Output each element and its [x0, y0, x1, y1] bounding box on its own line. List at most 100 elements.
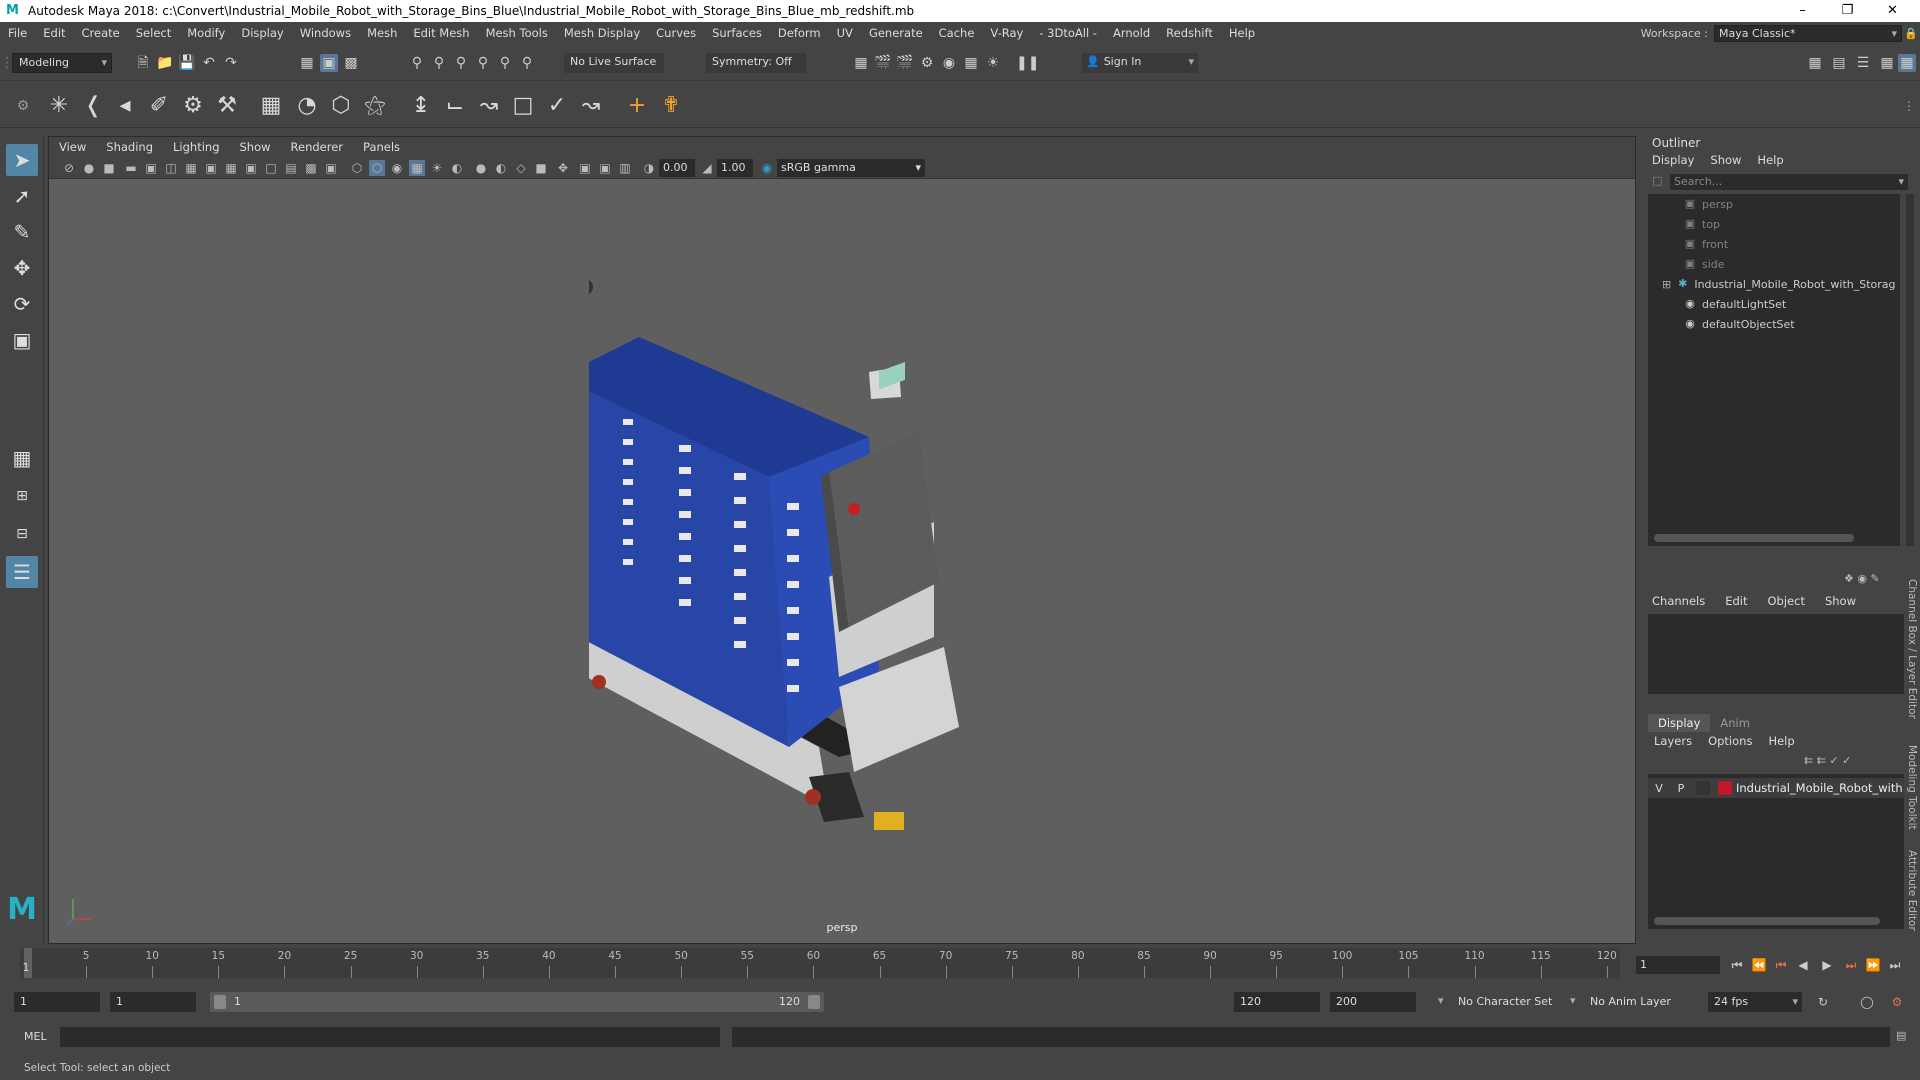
exposure-icon[interactable]: ◑ — [641, 160, 657, 176]
color-management-icon[interactable]: ◉ — [759, 160, 775, 176]
menu-curves[interactable]: Curves — [648, 26, 704, 40]
layer-help-menu[interactable]: Help — [1768, 734, 1794, 748]
channel-box-tool-icons[interactable]: ❖ ◉ ✎ — [1844, 572, 1880, 585]
render-settings-icon[interactable]: ⚙ — [918, 54, 936, 72]
channel-object-menu[interactable]: Object — [1768, 594, 1805, 608]
curve-tool-icon[interactable]: ✳ — [44, 91, 74, 121]
joint-tool-icon[interactable]: ⚙ — [178, 91, 208, 121]
expand-icon[interactable]: ⊞ — [1662, 278, 1675, 291]
camera-attributes-icon[interactable]: ● — [81, 160, 97, 176]
outliner-item-front[interactable]: ▣ front — [1682, 234, 1920, 254]
menu-create[interactable]: Create — [74, 26, 128, 40]
layer-options-menu[interactable]: Options — [1708, 734, 1752, 748]
fps-dropdown[interactable]: 24 fps ▾ — [1708, 992, 1802, 1012]
menu-uv[interactable]: UV — [829, 26, 861, 40]
single-view-icon[interactable]: ▦ — [6, 442, 38, 474]
outliner-v-scrollbar[interactable] — [1906, 194, 1914, 546]
channel-box-body[interactable] — [1648, 614, 1904, 694]
outliner-h-scrollbar[interactable] — [1654, 534, 1854, 542]
hypershade-icon[interactable]: ◉ — [940, 54, 958, 72]
render-current-icon[interactable]: 🎬 — [874, 54, 892, 72]
workspace-dropdown[interactable]: Maya Classic* — [1714, 24, 1902, 42]
layer-name[interactable]: Industrial_Mobile_Robot_with — [1736, 781, 1903, 795]
bevel-icon[interactable]: ⌙ — [440, 91, 470, 121]
render-view-icon[interactable]: ▦ — [852, 54, 870, 72]
snap-view-icon[interactable]: ⚲ — [474, 54, 492, 72]
go-to-end-icon[interactable]: ⏭ — [1886, 956, 1904, 974]
menu-3dtoall[interactable]: - 3DtoAll - — [1031, 26, 1105, 40]
anim-layer-field[interactable]: No Anim Layer — [1584, 992, 1688, 1012]
multi-cut-icon[interactable]: ✓ — [542, 91, 572, 121]
move-tool-icon[interactable]: ✥ — [6, 252, 38, 284]
loop-icon[interactable]: ↻ — [1814, 993, 1832, 1011]
layer-row[interactable]: V P Industrial_Mobile_Robot_with — [1648, 778, 1904, 798]
bridge-icon[interactable]: ↝ — [474, 91, 504, 121]
layers-menu[interactable]: Layers — [1654, 734, 1692, 748]
layer-playback-toggle[interactable]: P — [1670, 782, 1692, 795]
menu-edit[interactable]: Edit — [35, 26, 73, 40]
playback-start-field[interactable]: 1 — [110, 992, 196, 1012]
image-plane-icon[interactable]: ▬ — [123, 160, 139, 176]
snap-vertex-icon[interactable]: ⚲ — [518, 54, 536, 72]
shelf-options-icon[interactable]: ⚙ — [8, 91, 38, 121]
bookmark-icon[interactable]: ■ — [101, 160, 117, 176]
color-space-dropdown[interactable]: sRGB gamma ▾ — [777, 159, 925, 177]
symmetry-field[interactable]: Symmetry: Off — [706, 53, 806, 73]
range-start-handle[interactable] — [214, 995, 226, 1009]
wireframe-on-shaded-icon[interactable]: ▣ — [323, 160, 339, 176]
tab-channel-box-layer-editor[interactable]: Channel Box / Layer Editor — [1902, 579, 1918, 719]
hud-icon[interactable]: ▣ — [577, 160, 593, 176]
anim-preferences-icon[interactable]: ⚙ — [1888, 993, 1906, 1011]
pause-icon[interactable]: ❚❚ — [1016, 54, 1039, 72]
four-view-icon[interactable]: ⊞ — [6, 480, 38, 512]
film-gate-icon[interactable]: ◫ — [163, 160, 179, 176]
menu-mesh-display[interactable]: Mesh Display — [556, 26, 648, 40]
command-language-label[interactable]: MEL — [24, 1030, 47, 1043]
viewport-panel[interactable]: View Shading Lighting Show Renderer Pane… — [48, 136, 1636, 944]
go-to-start-icon[interactable]: ⏮ — [1728, 956, 1746, 974]
viewport-menu-panels[interactable]: Panels — [353, 140, 410, 154]
menu-modify[interactable]: Modify — [179, 26, 233, 40]
use-all-lights-icon[interactable]: ▦ — [409, 160, 425, 176]
wireframe-icon[interactable]: ▤ — [283, 160, 299, 176]
polygon-cylinder-icon[interactable]: ⬡ — [326, 91, 356, 121]
rotate-tool-icon[interactable]: ⟳ — [6, 288, 38, 320]
attribute-editor-icon[interactable]: ▤ — [1830, 54, 1848, 72]
add-icon[interactable]: + — [622, 91, 652, 121]
gamma-field[interactable]: 1.00 — [717, 159, 753, 177]
isolate-select-icon[interactable]: ⬡ — [349, 160, 365, 176]
smooth-shade-icon[interactable]: ▩ — [303, 160, 319, 176]
step-back-key-icon[interactable]: ⏪ — [1750, 956, 1768, 974]
depth-of-field-icon[interactable]: ◇ — [513, 160, 529, 176]
anim-layer-caret-icon[interactable]: ▾ — [1570, 994, 1576, 1007]
outliner-item-default-light-set[interactable]: ◉ defaultLightSet — [1682, 294, 1920, 314]
xray-joints-icon[interactable]: ✥ — [555, 160, 571, 176]
tool-settings-icon[interactable]: ☰ — [1854, 54, 1872, 72]
snap-surface-icon[interactable]: ⚲ — [496, 54, 514, 72]
field-chart-icon[interactable]: ▦ — [223, 160, 239, 176]
layer-visibility-toggle[interactable]: V — [1648, 782, 1670, 795]
motion-blur-icon[interactable]: ● — [473, 160, 489, 176]
scene-end-field[interactable]: 200 — [1330, 992, 1416, 1012]
textured-icon[interactable]: ◉ — [389, 160, 405, 176]
open-scene-icon[interactable]: 📁 — [156, 54, 174, 72]
channels-menu[interactable]: Channels — [1652, 594, 1705, 608]
menu-help[interactable]: Help — [1221, 26, 1263, 40]
menu-surfaces[interactable]: Surfaces — [704, 26, 770, 40]
scale-tool-icon[interactable]: ▣ — [6, 324, 38, 356]
play-backwards-icon[interactable]: ◀ — [1794, 956, 1812, 974]
outliner-item-top[interactable]: ▣ top — [1682, 214, 1920, 234]
channel-box-icon[interactable]: ▦ — [1878, 54, 1896, 72]
current-frame-field[interactable]: 1 — [1636, 956, 1720, 974]
live-surface-field[interactable]: No Live Surface — [564, 53, 664, 73]
polygon-sphere-icon[interactable]: ◔ — [292, 91, 322, 121]
layer-editor-icon[interactable]: ▦ — [1898, 54, 1916, 72]
command-input[interactable] — [60, 1027, 720, 1047]
select-tool-icon[interactable]: ➤ — [6, 144, 38, 176]
step-forward-key-icon[interactable]: ⏩ — [1864, 956, 1882, 974]
gate-mask-icon[interactable]: ▥ — [617, 160, 633, 176]
shadows-icon[interactable]: ☀ — [429, 160, 445, 176]
outliner-menu-help[interactable]: Help — [1757, 153, 1783, 167]
select-by-component-icon[interactable]: ▩ — [342, 54, 360, 72]
menu-display[interactable]: Display — [233, 26, 291, 40]
